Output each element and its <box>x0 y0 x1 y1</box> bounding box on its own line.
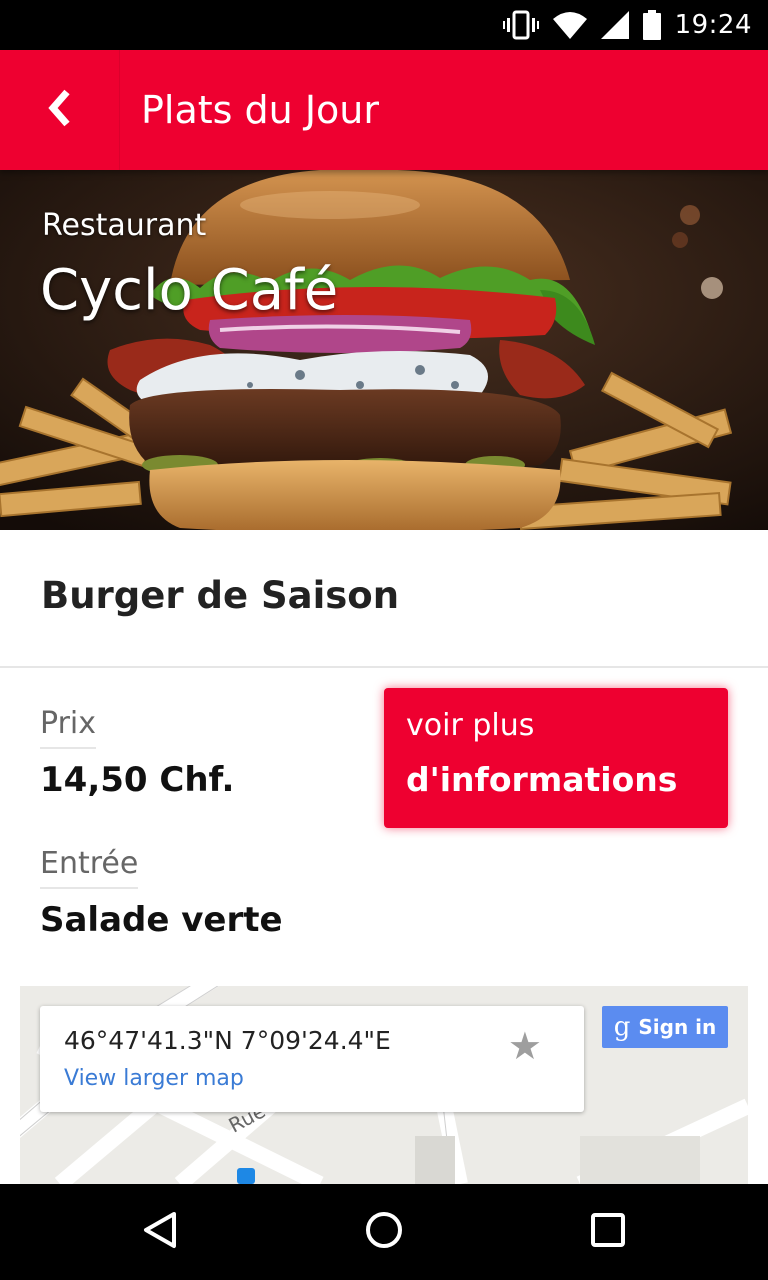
bus-stop-icon <box>237 1168 255 1184</box>
navigation-bar <box>0 1184 768 1280</box>
restaurant-name: Cyclo Café <box>40 258 339 323</box>
nav-home-button[interactable] <box>324 1184 444 1280</box>
nav-recents-button[interactable] <box>548 1184 668 1280</box>
page-title: Plats du Jour <box>141 88 379 132</box>
map-info-card: 46°47'41.3"N 7°09'24.4"E View larger map… <box>40 1006 584 1112</box>
map-embed[interactable]: Rue 46°47'41.3"N 7°09'24.4"E View larger… <box>20 986 748 1184</box>
view-larger-map-link[interactable]: View larger map <box>64 1066 244 1091</box>
starter-label: Entrée <box>40 846 139 889</box>
sign-in-label: Sign in <box>638 1015 717 1039</box>
status-icons: 19:24 <box>502 0 752 50</box>
more-info-line1: voir plus <box>406 708 535 743</box>
price-label: Prix <box>40 706 96 749</box>
app-bar: Plats du Jour <box>0 50 768 170</box>
back-button[interactable] <box>0 50 120 170</box>
home-circle-icon <box>364 1210 404 1255</box>
wifi-icon <box>552 11 587 39</box>
star-icon[interactable]: ★ <box>508 1028 542 1066</box>
signal-icon <box>600 11 629 39</box>
back-triangle-icon <box>140 1210 180 1255</box>
map-coordinates: 46°47'41.3"N 7°09'24.4"E <box>64 1026 391 1055</box>
battery-icon <box>642 10 661 40</box>
nav-back-button[interactable] <box>100 1184 220 1280</box>
status-bar: 19:24 <box>0 0 768 50</box>
more-info-line2: d'informations <box>406 760 678 799</box>
dish-title: Burger de Saison <box>41 574 400 617</box>
sign-in-button[interactable]: g Sign in <box>602 1006 728 1048</box>
price-value: 14,50 Chf. <box>40 760 235 800</box>
divider <box>0 666 768 668</box>
vibrate-icon <box>502 10 539 40</box>
google-g-icon: g <box>613 1012 631 1042</box>
recents-square-icon <box>588 1210 628 1255</box>
restaurant-kicker: Restaurant <box>42 208 207 243</box>
status-clock: 19:24 <box>674 10 752 40</box>
hero-banner: Restaurant Cyclo Café <box>0 170 768 530</box>
more-info-button[interactable]: voir plus d'informations <box>384 688 728 828</box>
chevron-left-icon <box>45 88 75 133</box>
starter-value: Salade verte <box>40 900 283 940</box>
